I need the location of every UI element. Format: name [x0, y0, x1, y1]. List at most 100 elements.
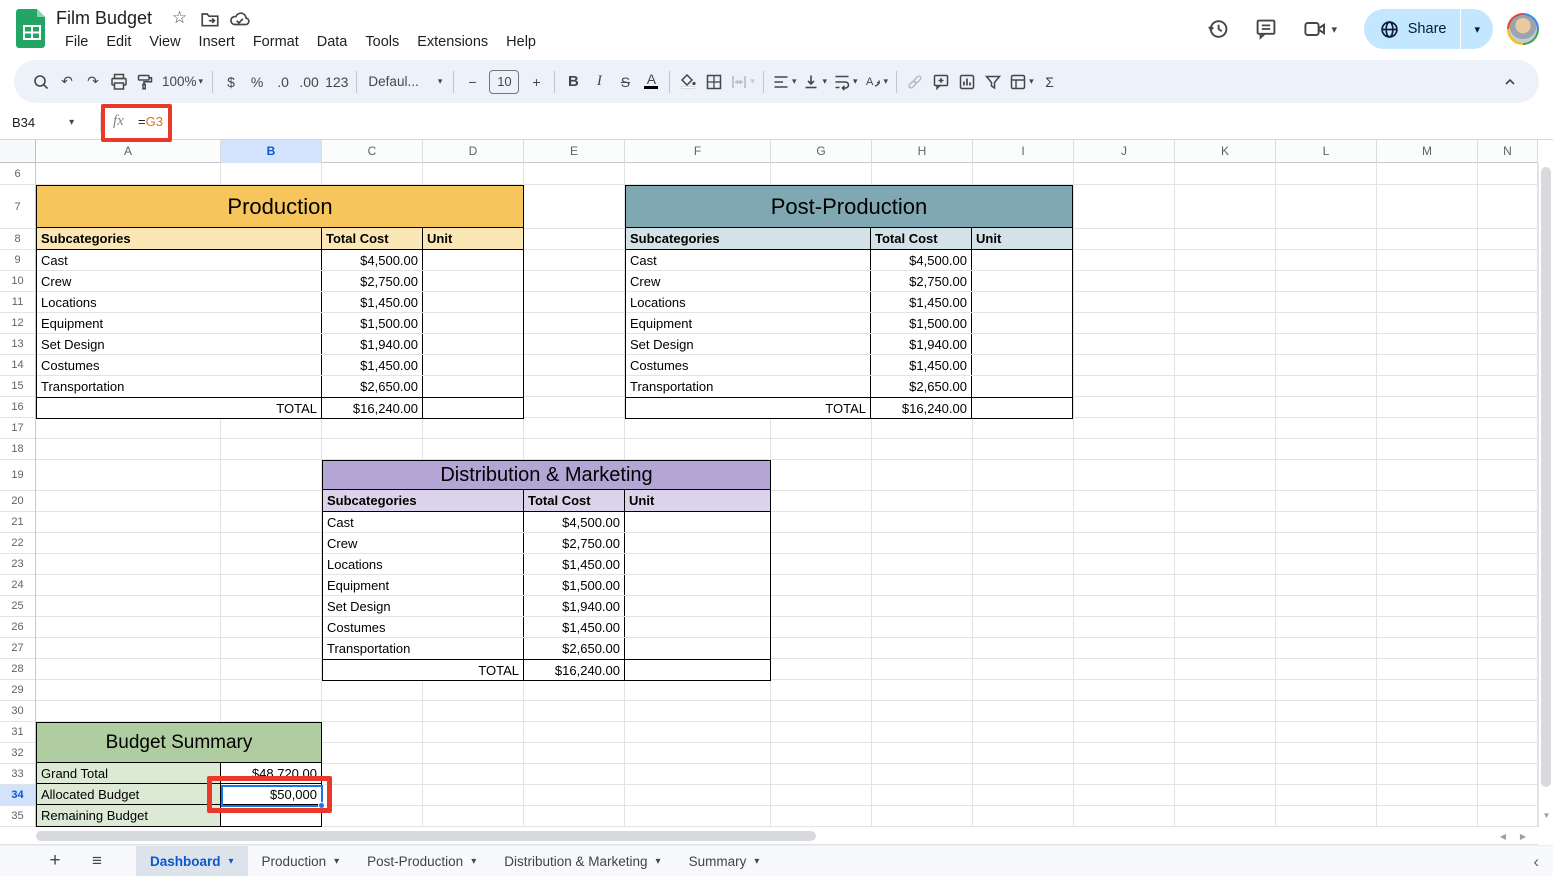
- row-header[interactable]: 15: [0, 376, 35, 397]
- text-rotation-button[interactable]: A ▾: [861, 68, 892, 96]
- row-header[interactable]: 23: [0, 554, 35, 575]
- cloud-saved-icon[interactable]: [227, 5, 253, 31]
- subcategory-cell[interactable]: Set Design: [37, 334, 321, 354]
- subcategory-cell[interactable]: Cast: [37, 250, 321, 270]
- post-production-col-unit[interactable]: Unit: [971, 228, 1072, 249]
- tab-caret-icon[interactable]: ▾: [754, 856, 759, 867]
- comments-icon[interactable]: [1246, 9, 1286, 49]
- row-header[interactable]: 12: [0, 313, 35, 334]
- menu-item[interactable]: Edit: [97, 32, 140, 52]
- row-header[interactable]: 28: [0, 659, 35, 680]
- total-cost-cell[interactable]: $2,650.00: [321, 376, 422, 397]
- unit-cell[interactable]: [971, 398, 1072, 418]
- column-header[interactable]: D: [423, 140, 524, 163]
- post-production-col-subcategories[interactable]: Subcategories: [626, 228, 870, 249]
- column-header[interactable]: E: [524, 140, 625, 163]
- total-cost-cell[interactable]: $1,500.00: [870, 313, 971, 333]
- column-header[interactable]: I: [973, 140, 1074, 163]
- show-side-panel-icon[interactable]: ‹: [1533, 846, 1539, 877]
- total-cost-cell[interactable]: $2,750.00: [523, 533, 624, 553]
- unit-cell[interactable]: [971, 313, 1072, 333]
- create-filter-icon[interactable]: [980, 68, 1006, 96]
- tab-caret-icon[interactable]: ▾: [471, 856, 476, 867]
- production-table-title[interactable]: Production: [37, 186, 523, 228]
- share-button[interactable]: Share ▾: [1364, 9, 1493, 49]
- row-header[interactable]: 14: [0, 355, 35, 376]
- menu-item[interactable]: File: [56, 32, 97, 52]
- increase-font-size-button[interactable]: +: [523, 68, 549, 96]
- tab-caret-icon[interactable]: ▾: [334, 856, 339, 867]
- subcategory-cell[interactable]: Cast: [323, 512, 523, 532]
- insert-chart-icon[interactable]: [954, 68, 980, 96]
- undo-icon[interactable]: ↶: [54, 68, 80, 96]
- unit-cell[interactable]: [624, 575, 770, 595]
- column-header[interactable]: F: [625, 140, 771, 163]
- vertical-scrollbar[interactable]: ▼: [1538, 163, 1553, 827]
- unit-cell[interactable]: [422, 355, 523, 375]
- row-header[interactable]: 27: [0, 638, 35, 659]
- column-header[interactable]: L: [1276, 140, 1377, 163]
- name-box[interactable]: B34 ▾: [0, 105, 92, 139]
- bold-button[interactable]: B: [560, 68, 586, 96]
- total-cost-cell[interactable]: $2,750.00: [870, 271, 971, 291]
- subcategory-cell[interactable]: Crew: [323, 533, 523, 553]
- column-header[interactable]: B: [221, 140, 322, 163]
- subcategory-cell[interactable]: Equipment: [37, 313, 321, 333]
- merge-cells-button[interactable]: ▾: [727, 68, 758, 96]
- total-cost-cell[interactable]: $1,450.00: [523, 617, 624, 637]
- row-header[interactable]: 25: [0, 596, 35, 617]
- row-header[interactable]: 33: [0, 764, 35, 785]
- column-header[interactable]: H: [872, 140, 973, 163]
- add-sheet-icon[interactable]: +: [40, 846, 70, 876]
- row-header[interactable]: 31: [0, 722, 35, 743]
- subcategory-cell[interactable]: Transportation: [37, 376, 321, 397]
- font-select[interactable]: Defaul...▾: [362, 68, 448, 96]
- row-header[interactable]: 32: [0, 743, 35, 764]
- increase-decimals-button[interactable]: .00: [296, 68, 322, 96]
- total-cost-cell[interactable]: $1,500.00: [523, 575, 624, 595]
- subcategory-cell[interactable]: Set Design: [323, 596, 523, 616]
- subcategory-cell[interactable]: Locations: [626, 292, 870, 312]
- font-size-input[interactable]: 10: [489, 70, 519, 94]
- unit-cell[interactable]: [624, 660, 770, 680]
- paint-format-icon[interactable]: [132, 68, 158, 96]
- subcategory-cell[interactable]: Equipment: [626, 313, 870, 333]
- row-header[interactable]: 21: [0, 512, 35, 533]
- column-header[interactable]: C: [322, 140, 423, 163]
- table-views-icon[interactable]: ▾: [1006, 68, 1037, 96]
- unit-cell[interactable]: [971, 355, 1072, 375]
- zoom-select[interactable]: 100%▾: [158, 68, 207, 96]
- subcategory-cell[interactable]: Costumes: [37, 355, 321, 375]
- tab-distribution-marketing[interactable]: Distribution & Marketing ▾: [490, 846, 674, 876]
- horizontal-align-button[interactable]: ▾: [769, 68, 800, 96]
- tab-dashboard[interactable]: Dashboard ▾: [136, 846, 248, 876]
- row-header[interactable]: 11: [0, 292, 35, 313]
- avatar[interactable]: [1507, 13, 1539, 45]
- unit-cell[interactable]: [422, 334, 523, 354]
- total-cost-cell[interactable]: $1,450.00: [321, 355, 422, 375]
- row-header[interactable]: 18: [0, 439, 35, 460]
- row-header[interactable]: 26: [0, 617, 35, 638]
- menu-item[interactable]: Extensions: [408, 32, 497, 52]
- row-header[interactable]: 16: [0, 397, 35, 418]
- total-cost-cell[interactable]: $1,450.00: [321, 292, 422, 312]
- total-cost-cell[interactable]: $1,940.00: [523, 596, 624, 616]
- total-cost-cell[interactable]: $2,650.00: [870, 376, 971, 397]
- total-cost-cell[interactable]: $1,940.00: [321, 334, 422, 354]
- total-cost-cell[interactable]: $4,500.00: [870, 250, 971, 270]
- post-production-col-total-cost[interactable]: Total Cost: [870, 228, 971, 249]
- tab-caret-icon[interactable]: ▾: [229, 856, 234, 867]
- fill-color-button[interactable]: [675, 68, 701, 96]
- total-value-cell[interactable]: $16,240.00: [523, 660, 624, 680]
- tab-caret-icon[interactable]: ▾: [656, 856, 661, 867]
- subcategory-cell[interactable]: Locations: [323, 554, 523, 574]
- search-icon[interactable]: [28, 68, 54, 96]
- production-col-total-cost[interactable]: Total Cost: [321, 228, 422, 249]
- unit-cell[interactable]: [624, 554, 770, 574]
- print-icon[interactable]: [106, 68, 132, 96]
- menu-item[interactable]: Insert: [190, 32, 244, 52]
- post-production-table-title[interactable]: Post-Production: [626, 186, 1072, 228]
- total-label-cell[interactable]: TOTAL: [626, 398, 870, 418]
- scroll-down-icon[interactable]: ▼: [1539, 807, 1553, 823]
- scroll-right-icon[interactable]: ▶: [1514, 829, 1532, 843]
